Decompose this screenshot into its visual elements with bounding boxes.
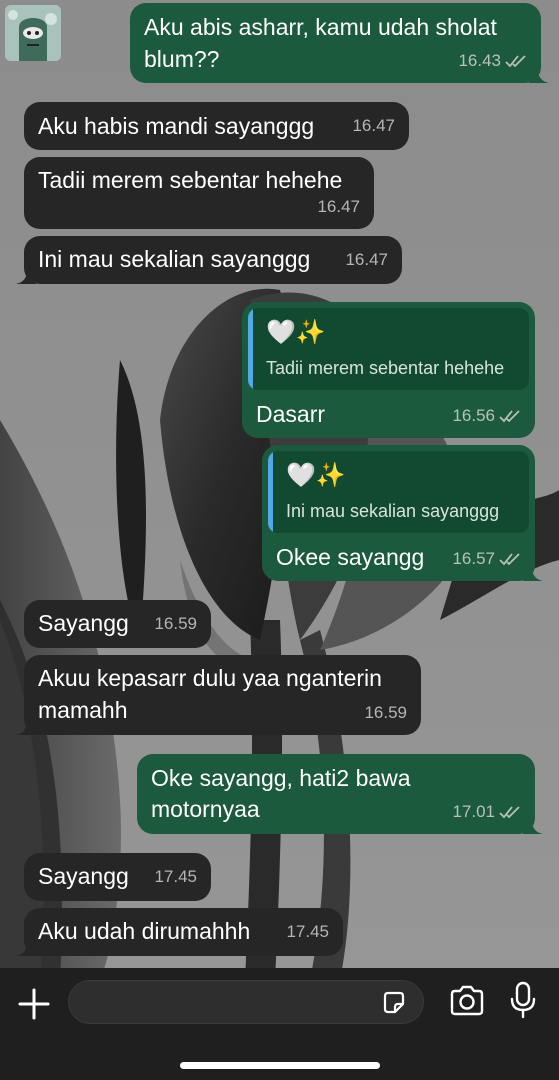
reply-quote[interactable]: 🤍✨ Tadii merem sebentar hehehe (248, 308, 529, 390)
message-text: Oke sayangg, hati2 bawa (151, 765, 411, 791)
message-text: Dasarr (256, 401, 326, 427)
bubble-tail (16, 936, 36, 956)
reply-quote-text: Ini mau sekalian sayanggg (286, 501, 500, 521)
message-time: 16.43 (458, 51, 501, 70)
message-meta: 16.56 (452, 400, 521, 432)
message-meta: 16.47 (317, 191, 360, 223)
read-ticks-icon (499, 553, 520, 566)
bubble-tail (16, 264, 36, 284)
read-ticks-icon (499, 806, 520, 819)
message-text: motornyaa (151, 796, 260, 822)
message-time: 16.47 (352, 116, 395, 135)
message-meta: 16.59 (364, 697, 407, 729)
message-bubble-outgoing[interactable]: 🤍✨ Tadii merem sebentar hehehe Dasarr 16… (242, 302, 535, 438)
message-bubble-incoming[interactable]: Sayangg 16.59 (24, 600, 211, 648)
message-input[interactable] (68, 980, 424, 1024)
message-bubble-incoming[interactable]: Aku udah dirumahhh 17.45 (16, 908, 343, 956)
message-text: mamahh (38, 697, 128, 723)
message-time: 16.56 (452, 406, 495, 425)
message-time: 16.57 (452, 549, 495, 568)
message-time: 16.59 (364, 703, 407, 722)
message-bubble-incoming[interactable]: Akuu kepasarr dulu yaa nganterin mamahh … (16, 655, 421, 735)
message-text: Aku habis mandi sayanggg (38, 113, 315, 139)
message-text: Sayangg (38, 610, 129, 636)
message-bubble-incoming[interactable]: Ini mau sekalian sayanggg 16.47 (16, 236, 402, 284)
message-meta: 16.59 (154, 608, 197, 640)
bubble-tail (529, 63, 549, 83)
read-ticks-icon (499, 410, 520, 423)
message-text: Okee sayangg (276, 544, 425, 570)
message-text: Aku udah dirumahhh (38, 918, 251, 944)
message-time: 17.01 (452, 802, 495, 821)
message-text: Akuu kepasarr dulu yaa nganterin (38, 665, 382, 691)
camera-icon[interactable] (448, 982, 486, 1020)
microphone-icon[interactable] (508, 980, 538, 1020)
message-meta: 16.43 (458, 45, 527, 77)
reply-quote-emoji: 🤍✨ (266, 319, 326, 346)
message-bubble-incoming[interactable]: Aku habis mandi sayanggg 16.47 (24, 102, 409, 150)
reply-quote-bar (248, 308, 253, 390)
message-meta: 16.47 (345, 244, 388, 276)
reply-quote-text: Tadii merem sebentar hehehe (266, 358, 505, 378)
bubble-tail (16, 715, 36, 735)
message-time: 17.45 (154, 867, 197, 886)
bubble-tail (523, 561, 543, 581)
plus-icon[interactable] (14, 984, 54, 1024)
sticker-icon[interactable] (381, 990, 407, 1016)
message-time: 16.47 (317, 197, 360, 216)
reply-quote[interactable]: 🤍✨ Ini mau sekalian sayanggg (268, 451, 529, 533)
message-bubble-outgoing[interactable]: Aku abis asharr, kamu udah sholat blum??… (130, 3, 549, 83)
message-bubble-incoming[interactable]: Tadii merem sebentar hehehe 16.47 (24, 157, 374, 229)
read-ticks-icon (505, 55, 526, 68)
message-bubble-outgoing[interactable]: Oke sayangg, hati2 bawa motornyaa 17.01 (137, 754, 543, 834)
message-meta: 17.01 (452, 796, 521, 828)
message-meta: 16.47 (352, 110, 395, 142)
contact-avatar[interactable] (5, 5, 61, 61)
reply-quote-emoji: 🤍✨ (286, 462, 346, 489)
message-text: Aku abis asharr, kamu udah sholat (144, 14, 497, 40)
message-text: Sayangg (38, 863, 129, 889)
message-time: 16.59 (154, 614, 197, 633)
message-time: 16.47 (345, 250, 388, 269)
message-text: Ini mau sekalian sayanggg (38, 246, 311, 272)
home-indicator[interactable] (180, 1062, 380, 1069)
message-bubble-incoming[interactable]: Sayangg 17.45 (24, 853, 211, 901)
message-time: 17.45 (286, 922, 329, 941)
message-meta: 17.45 (286, 916, 329, 948)
message-bubble-outgoing[interactable]: 🤍✨ Ini mau sekalian sayanggg Okee sayang… (262, 445, 543, 581)
message-text: blum?? (144, 46, 220, 72)
message-text: Tadii merem sebentar hehehe (38, 167, 343, 193)
reply-quote-bar (268, 451, 273, 533)
message-meta: 16.57 (452, 543, 521, 575)
bubble-tail (523, 814, 543, 834)
message-meta: 17.45 (154, 861, 197, 893)
